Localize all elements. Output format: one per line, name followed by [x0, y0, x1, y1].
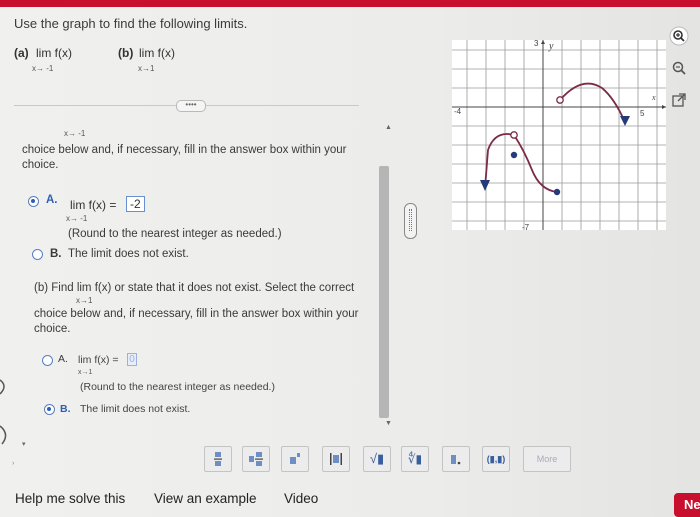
decimal-tool-button[interactable]: [442, 446, 470, 472]
part-b-option-a-letter: A.: [58, 353, 68, 365]
nth-root-icon: ∜▮: [407, 452, 423, 466]
expand-button[interactable]: ••••: [176, 100, 206, 112]
question-title: Use the graph to find the following limi…: [14, 16, 248, 31]
collapse-arrow-icon[interactable]: ▾: [22, 440, 26, 448]
scroll-down-icon[interactable]: ▼: [385, 420, 392, 427]
part-a-label: (a): [14, 46, 29, 60]
left-edge-brackets: [0, 379, 7, 445]
small-arrow-icon: ›: [12, 460, 15, 467]
exponent-tool-button[interactable]: [281, 446, 309, 472]
y-bottom-label: -7: [522, 223, 530, 230]
mixed-number-tool-button[interactable]: [242, 446, 270, 472]
part-b-note: (Round to the nearest integer as needed.…: [80, 381, 275, 393]
part-a-option-b-letter: B.: [50, 248, 62, 260]
absolute-value-icon: [330, 453, 342, 465]
part-a-sub-top: x→ -1: [64, 129, 86, 138]
ordered-pair-icon: (▮,▮): [486, 453, 506, 464]
part-b-option-a-lim: lim f(x) =: [78, 354, 119, 366]
part-b-lim: lim f(x): [139, 46, 175, 60]
part-a-note: (Round to the nearest integer as needed.…: [68, 228, 282, 240]
part-b-option-b-text: The limit does not exist.: [80, 403, 191, 415]
part-b-prompt-sub: x→1: [76, 296, 93, 305]
part-a-option-a-letter: A.: [46, 194, 58, 206]
help-me-solve-link[interactable]: Help me solve this: [15, 491, 125, 506]
ordered-pair-tool-button[interactable]: (▮,▮): [482, 446, 510, 472]
zoom-out-icon[interactable]: [669, 58, 689, 78]
view-example-link[interactable]: View an example: [154, 491, 257, 506]
open-circle-left: [510, 131, 518, 139]
x-right-label: 5: [640, 109, 645, 118]
part-a-option-a-radio[interactable]: [28, 196, 39, 207]
part-a-lim: lim f(x): [36, 46, 72, 60]
part-b-prompt: (b) Find lim f(x) or state that it does …: [34, 282, 355, 294]
more-tools-button[interactable]: More: [523, 446, 571, 472]
part-b-instruction: choice below and, if necessary, fill in …: [34, 308, 359, 335]
popout-icon[interactable]: [669, 90, 689, 110]
part-a-option-a-sub: x→ -1: [66, 214, 88, 223]
part-a-option-a-lim: lim f(x) =: [70, 198, 117, 212]
sqrt-icon: √▮: [369, 451, 385, 466]
part-a-sub: x→ -1: [32, 64, 54, 73]
scrollbar-thumb[interactable]: [379, 166, 389, 418]
absolute-value-tool-button[interactable]: [322, 446, 350, 472]
mixed-number-icon: [249, 452, 263, 466]
open-circle-right: [556, 96, 564, 104]
y-axis-label: y: [548, 41, 554, 52]
y-top-label: 3: [534, 40, 539, 48]
x-left-label: -4: [454, 107, 462, 116]
panel-splitter-handle[interactable]: [404, 203, 417, 239]
square-root-tool-button[interactable]: √▮: [363, 446, 391, 472]
part-a-instruction: choice below and, if necessary, fill in …: [22, 144, 347, 171]
zoom-in-icon[interactable]: [669, 26, 689, 46]
part-b-option-a-sub: x→1: [78, 369, 93, 376]
decimal-icon: [451, 455, 461, 465]
nth-root-tool-button[interactable]: ∜▮: [401, 446, 429, 472]
part-b-option-b-radio[interactable]: [44, 404, 55, 415]
part-a-option-b-radio[interactable]: [32, 249, 43, 260]
exponent-icon: [290, 453, 300, 464]
part-a-option-b-text: The limit does not exist.: [68, 248, 189, 260]
video-link[interactable]: Video: [284, 491, 318, 506]
part-b-label: (b): [118, 46, 134, 60]
next-button[interactable]: Nex: [674, 493, 700, 517]
filled-point-left: [510, 151, 518, 159]
fraction-icon: [214, 452, 222, 466]
scroll-up-icon[interactable]: ▲: [385, 124, 392, 131]
filled-point-bottom: [553, 188, 561, 196]
x-axis-label: x: [651, 93, 656, 102]
function-graph: y 3 x -4 5 -7: [452, 40, 666, 230]
top-accent-bar: [0, 0, 700, 7]
part-a-answer-box[interactable]: -2: [126, 196, 145, 212]
part-b-sub: x→1: [138, 64, 155, 73]
part-b-answer-box[interactable]: 0: [127, 353, 137, 366]
fraction-tool-button[interactable]: [204, 446, 232, 472]
part-b-option-b-letter: B.: [60, 403, 71, 415]
part-b-option-a-radio[interactable]: [42, 355, 53, 366]
